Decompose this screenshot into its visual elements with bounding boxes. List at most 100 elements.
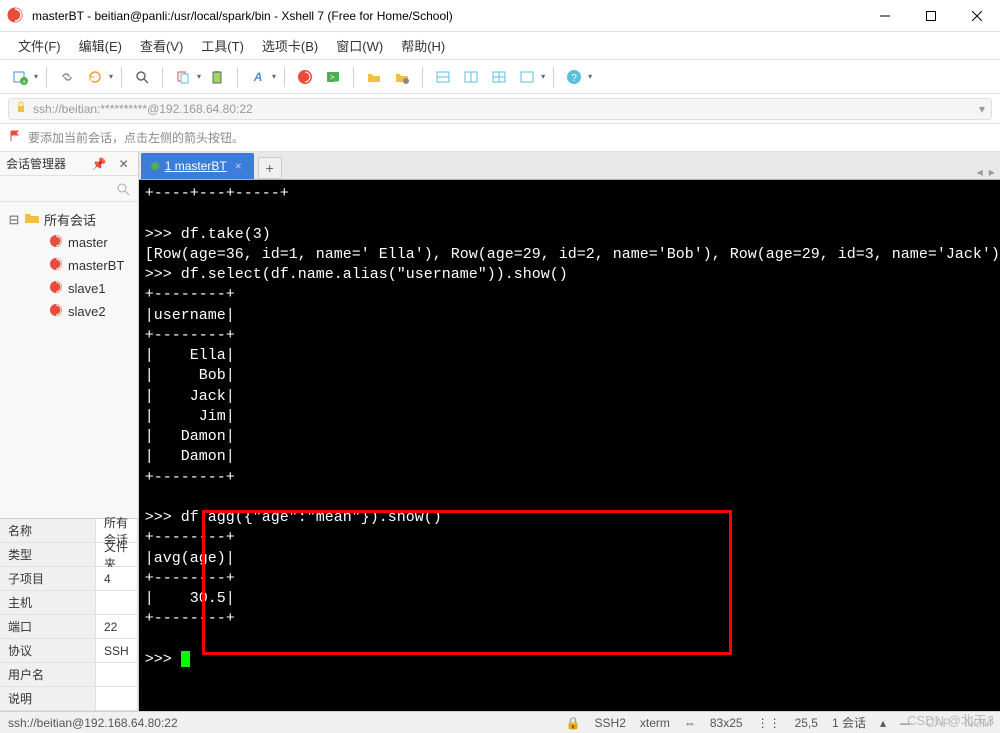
prop-key: 子项目 bbox=[0, 567, 96, 590]
help-icon[interactable]: ? bbox=[562, 65, 586, 89]
prop-val: 文件夹 bbox=[96, 543, 138, 566]
close-panel-icon[interactable]: ✕ bbox=[116, 157, 132, 171]
status-dot-icon bbox=[151, 162, 159, 170]
menu-edit[interactable]: 编辑(E) bbox=[71, 32, 130, 59]
status-num: NUM bbox=[965, 716, 992, 730]
tree-item-label: slave1 bbox=[68, 281, 106, 296]
tab-nav: ◂ ▸ ▾ bbox=[969, 165, 1000, 179]
dropdown-icon[interactable]: ▾ bbox=[588, 72, 592, 81]
prop-val: SSH bbox=[96, 639, 138, 662]
status-sessions-icon[interactable]: ▴ bbox=[880, 716, 886, 730]
tree-item-master[interactable]: master bbox=[4, 231, 134, 254]
session-tree: ⊟ 所有会话 master masterBT slave1 bbox=[0, 202, 138, 518]
tree-item-slave2[interactable]: slave2 bbox=[4, 300, 134, 323]
paste-icon[interactable] bbox=[205, 65, 229, 89]
prop-key: 端口 bbox=[0, 615, 96, 638]
tab-add-button[interactable]: + bbox=[258, 157, 282, 179]
session-icon bbox=[48, 302, 64, 321]
menu-help[interactable]: 帮助(H) bbox=[393, 32, 453, 59]
close-button[interactable] bbox=[954, 0, 1000, 32]
layout1-icon[interactable] bbox=[431, 65, 455, 89]
terminal[interactable]: +----+---+-----+ >>> df.take(3) [Row(age… bbox=[139, 180, 1000, 711]
tab-label: 1 masterBT bbox=[165, 159, 227, 173]
prop-val bbox=[96, 687, 138, 710]
status-pos: 25,5 bbox=[795, 716, 818, 730]
minimize-button[interactable] bbox=[862, 0, 908, 32]
status-cap: CAP bbox=[926, 716, 951, 730]
collapse-icon[interactable]: ⊟ bbox=[8, 212, 20, 228]
reconnect-icon[interactable] bbox=[83, 65, 107, 89]
address-bar: ssh://beitian:**********@192.168.64.80:2… bbox=[0, 94, 1000, 124]
status-size-icon: ⇔ bbox=[684, 716, 696, 730]
folder-lock-icon[interactable] bbox=[390, 65, 414, 89]
layout3-icon[interactable] bbox=[487, 65, 511, 89]
prop-key: 名称 bbox=[0, 519, 96, 542]
menu-window[interactable]: 窗口(W) bbox=[328, 32, 391, 59]
status-term: xterm bbox=[640, 716, 670, 730]
lock-icon bbox=[15, 101, 27, 116]
svg-text:+: + bbox=[22, 79, 26, 85]
dropdown-icon[interactable]: ▾ bbox=[197, 72, 201, 81]
layout2-icon[interactable] bbox=[459, 65, 483, 89]
tree-root-label: 所有会话 bbox=[44, 210, 96, 229]
tab-bar: 1 masterBT × + ◂ ▸ ▾ bbox=[139, 152, 1000, 180]
menu-bar: 文件(F) 编辑(E) 查看(V) 工具(T) 选项卡(B) 窗口(W) 帮助(… bbox=[0, 32, 1000, 60]
sidebar-title: 会话管理器 bbox=[6, 155, 83, 172]
session-icon bbox=[48, 256, 64, 275]
title-bar: masterBT - beitian@panli:/usr/local/spar… bbox=[0, 0, 1000, 32]
status-dash: — bbox=[900, 716, 912, 730]
hint-text: 要添加当前会话，点击左侧的箭头按钮。 bbox=[28, 129, 244, 146]
new-session-icon[interactable]: + bbox=[8, 65, 32, 89]
tree-item-masterbt[interactable]: masterBT bbox=[4, 254, 134, 277]
pin-icon[interactable]: 📌 bbox=[89, 157, 110, 171]
tab-prev-icon[interactable]: ◂ bbox=[977, 165, 983, 179]
spiral-icon[interactable] bbox=[293, 65, 317, 89]
status-sessions: 1 会话 bbox=[832, 714, 866, 731]
maximize-button[interactable] bbox=[908, 0, 954, 32]
copy-icon[interactable] bbox=[171, 65, 195, 89]
app-icon bbox=[6, 6, 26, 26]
status-size: 83x25 bbox=[710, 716, 743, 730]
prop-key: 说明 bbox=[0, 687, 96, 710]
tree-root[interactable]: ⊟ 所有会话 bbox=[4, 208, 134, 231]
sidebar-search[interactable] bbox=[0, 176, 138, 202]
search-icon[interactable] bbox=[130, 65, 154, 89]
svg-text:>_: >_ bbox=[330, 73, 340, 82]
dropdown-icon[interactable]: ▾ bbox=[541, 72, 545, 81]
window-title: masterBT - beitian@panli:/usr/local/spar… bbox=[32, 9, 862, 23]
prop-val bbox=[96, 591, 138, 614]
menu-file[interactable]: 文件(F) bbox=[10, 32, 69, 59]
tab-close-icon[interactable]: × bbox=[233, 159, 244, 173]
status-lock-icon: 🔒 bbox=[566, 716, 581, 730]
link-icon[interactable] bbox=[55, 65, 79, 89]
tab-masterbt[interactable]: 1 masterBT × bbox=[141, 153, 254, 179]
font-icon[interactable]: A bbox=[246, 65, 270, 89]
prop-key: 协议 bbox=[0, 639, 96, 662]
flag-icon bbox=[8, 129, 22, 146]
folder-icon bbox=[24, 210, 40, 229]
prop-key: 主机 bbox=[0, 591, 96, 614]
dropdown-icon[interactable]: ▾ bbox=[109, 72, 113, 81]
dropdown-icon[interactable]: ▾ bbox=[272, 72, 276, 81]
dropdown-icon[interactable]: ▾ bbox=[34, 72, 38, 81]
toolbar: + ▾ ▾ ▾ A ▾ >_ ▾ ? ▾ bbox=[0, 60, 1000, 94]
session-icon bbox=[48, 279, 64, 298]
chevron-down-icon[interactable]: ▾ bbox=[979, 102, 985, 116]
menu-view[interactable]: 查看(V) bbox=[132, 32, 191, 59]
prop-val: 22 bbox=[96, 615, 138, 638]
terminal-icon[interactable]: >_ bbox=[321, 65, 345, 89]
layout4-icon[interactable] bbox=[515, 65, 539, 89]
address-text: ssh://beitian:**********@192.168.64.80:2… bbox=[33, 102, 973, 116]
menu-tabs[interactable]: 选项卡(B) bbox=[254, 32, 326, 59]
session-manager-panel: 会话管理器 📌 ✕ ⊟ 所有会话 master masterBT bbox=[0, 152, 139, 711]
status-protocol: SSH2 bbox=[595, 716, 626, 730]
tab-next-icon[interactable]: ▸ bbox=[989, 165, 995, 179]
address-field[interactable]: ssh://beitian:**********@192.168.64.80:2… bbox=[8, 98, 992, 120]
prop-key: 类型 bbox=[0, 543, 96, 566]
folder-icon[interactable] bbox=[362, 65, 386, 89]
tree-item-label: slave2 bbox=[68, 304, 106, 319]
tree-item-slave1[interactable]: slave1 bbox=[4, 277, 134, 300]
svg-text:?: ? bbox=[571, 73, 577, 84]
tree-item-label: masterBT bbox=[68, 258, 124, 273]
menu-tools[interactable]: 工具(T) bbox=[193, 32, 252, 59]
